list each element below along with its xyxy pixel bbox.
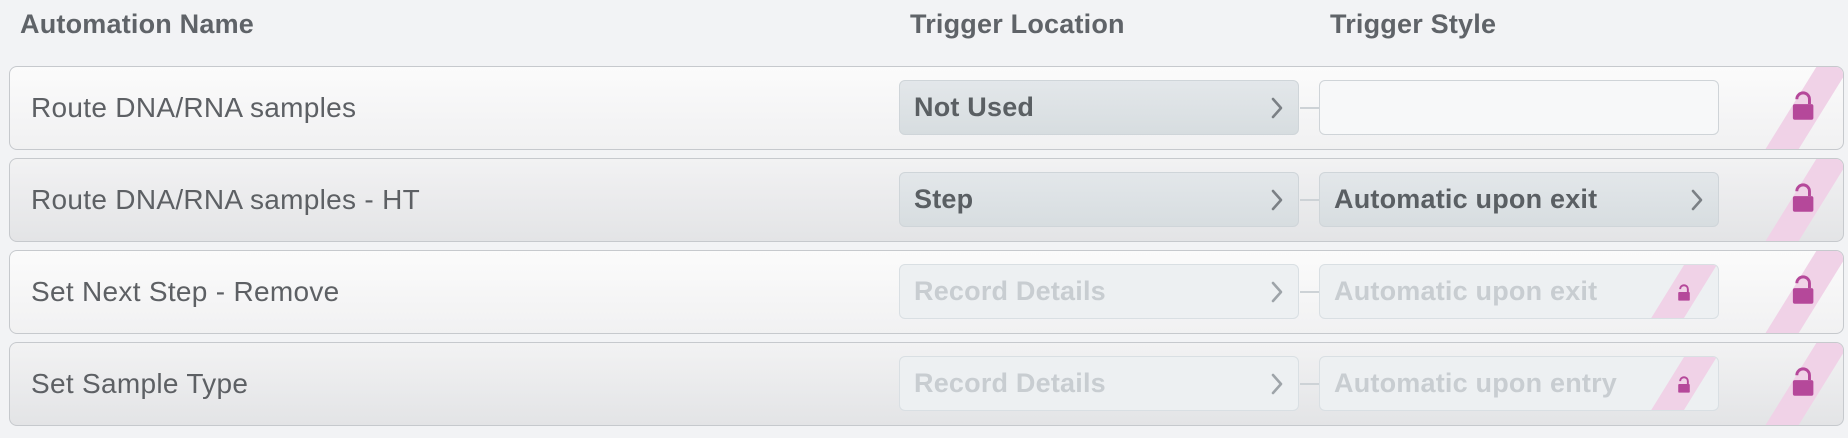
lock-icon xyxy=(1765,159,1843,241)
trigger-style-button: Automatic upon exit xyxy=(1319,264,1719,319)
chevron-right-icon xyxy=(1271,97,1283,118)
trigger-style-button[interactable] xyxy=(1319,80,1719,135)
trigger-location-value: Step xyxy=(914,184,974,214)
chevron-right-icon xyxy=(1271,281,1283,302)
column-header-trigger-location: Trigger Location xyxy=(910,9,1125,39)
lock-icon xyxy=(1765,343,1843,425)
trigger-location-value: Record Details xyxy=(914,276,1106,306)
trigger-style-value: Automatic upon entry xyxy=(1334,368,1618,398)
trigger-location-button[interactable]: Step xyxy=(899,172,1299,227)
lock-icon xyxy=(1765,251,1843,333)
trigger-location-value: Record Details xyxy=(914,368,1106,398)
connector-line xyxy=(1300,107,1319,109)
connector-line xyxy=(1300,383,1319,385)
automation-name: Set Next Step - Remove xyxy=(31,276,340,307)
automation-list: Route DNA/RNA samples Not Used Route DNA… xyxy=(9,66,1844,434)
lock-icon xyxy=(1651,265,1717,318)
column-header-trigger-style: Trigger Style xyxy=(1330,9,1497,39)
chevron-right-icon xyxy=(1271,189,1283,210)
lock-icon xyxy=(1651,357,1717,410)
column-header-automation-name: Automation Name xyxy=(20,9,255,39)
trigger-style-value: Automatic upon exit xyxy=(1334,276,1598,306)
trigger-location-button: Record Details xyxy=(899,264,1299,319)
connector-line xyxy=(1300,199,1319,201)
trigger-style-value: Automatic upon exit xyxy=(1334,184,1598,214)
chevron-right-icon xyxy=(1271,373,1283,394)
trigger-style-button[interactable]: Automatic upon exit xyxy=(1319,172,1719,227)
automation-name: Route DNA/RNA samples - HT xyxy=(31,184,421,215)
automation-name: Route DNA/RNA samples xyxy=(31,92,357,123)
trigger-style-button: Automatic upon entry xyxy=(1319,356,1719,411)
connector-line xyxy=(1300,291,1319,293)
lock-icon xyxy=(1765,67,1843,149)
chevron-right-icon xyxy=(1691,189,1703,210)
automation-name: Set Sample Type xyxy=(31,368,249,399)
trigger-location-button: Record Details xyxy=(899,356,1299,411)
automation-row: Route DNA/RNA samples Not Used xyxy=(9,66,1844,150)
automation-row: Set Sample Type Record Details Automatic… xyxy=(9,342,1844,426)
automation-row: Set Next Step - Remove Record Details Au… xyxy=(9,250,1844,334)
trigger-location-value: Not Used xyxy=(914,92,1035,122)
automation-row: Route DNA/RNA samples - HT Step Automati… xyxy=(9,158,1844,242)
table-header: Automation Name Trigger Location Trigger… xyxy=(0,0,1848,58)
trigger-location-button[interactable]: Not Used xyxy=(899,80,1299,135)
